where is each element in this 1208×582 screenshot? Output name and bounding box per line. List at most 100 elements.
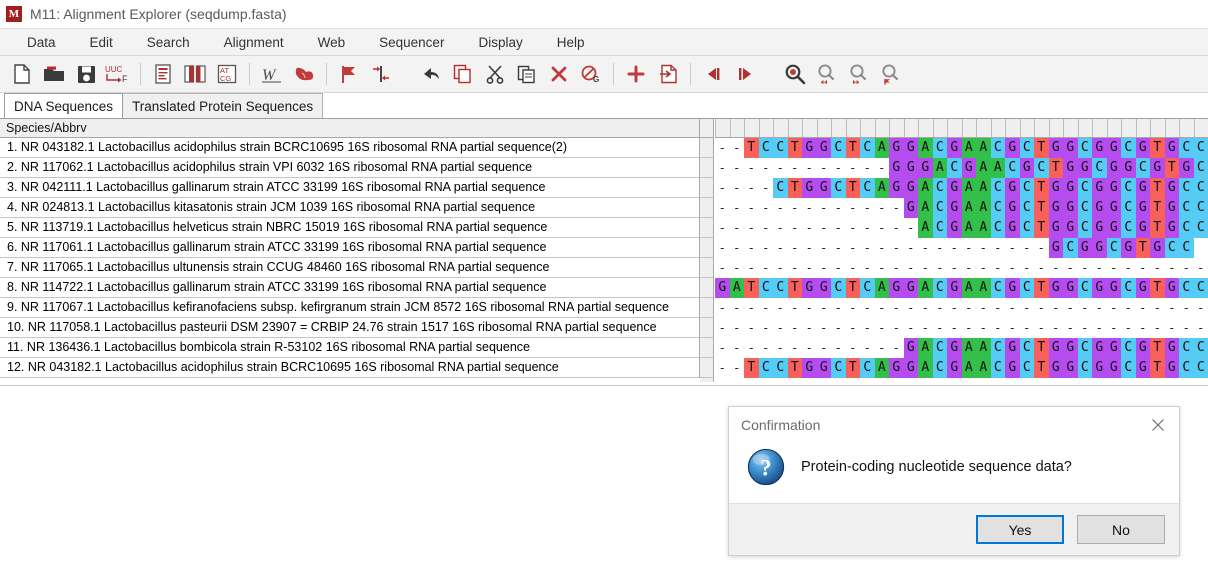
- gap-cell[interactable]: -: [860, 298, 875, 318]
- nucleotide-cell-G[interactable]: G: [802, 278, 817, 298]
- red-flag-icon[interactable]: [335, 60, 363, 88]
- nucleotide-cell-A[interactable]: A: [976, 158, 991, 178]
- nucleotide-cell-C[interactable]: C: [932, 178, 947, 198]
- nucleotide-cell-C[interactable]: C: [1121, 198, 1136, 218]
- gap-cell[interactable]: -: [773, 218, 788, 238]
- nucleotide-cell-C[interactable]: C: [1077, 178, 1092, 198]
- nucleotide-cell-C[interactable]: C: [1077, 198, 1092, 218]
- edit-sequencer-icon[interactable]: [149, 60, 177, 88]
- gap-cell[interactable]: -: [758, 178, 773, 198]
- gap-cell[interactable]: -: [1034, 238, 1049, 258]
- nucleotide-cell-G[interactable]: G: [889, 178, 904, 198]
- gap-cell[interactable]: -: [758, 238, 773, 258]
- gap-cell[interactable]: -: [860, 258, 875, 278]
- gap-cell[interactable]: -: [1106, 318, 1121, 338]
- nucleotide-cell-C[interactable]: C: [1121, 358, 1136, 378]
- gap-cell[interactable]: -: [845, 218, 860, 238]
- sequence-row-6[interactable]: -----------------------GCGGCGTGCC: [715, 238, 1208, 258]
- gap-cell[interactable]: -: [816, 338, 831, 358]
- gap-cell[interactable]: -: [1179, 258, 1194, 278]
- sequence-row-5[interactable]: --------------ACGAACGCTGGCGGCGTGCC: [715, 218, 1208, 238]
- gap-cell[interactable]: -: [1092, 298, 1107, 318]
- nucleotide-cell-G[interactable]: G: [903, 278, 918, 298]
- gap-cell[interactable]: -: [802, 318, 817, 338]
- nucleotide-cell-G[interactable]: G: [1092, 338, 1107, 358]
- nucleotide-cell-A[interactable]: A: [976, 198, 991, 218]
- nucleotide-cell-G[interactable]: G: [1019, 158, 1034, 178]
- gutter-cell[interactable]: [700, 138, 713, 158]
- gap-cell[interactable]: -: [1048, 298, 1063, 318]
- tab-translated-protein-sequences[interactable]: Translated Protein Sequences: [122, 93, 324, 118]
- species-row-5[interactable]: 5. NR 113719.1 Lactobacillus helveticus …: [0, 218, 700, 238]
- gap-cell[interactable]: -: [831, 318, 846, 338]
- nucleotide-cell-C[interactable]: C: [1193, 158, 1208, 178]
- gap-cell[interactable]: -: [1063, 258, 1078, 278]
- nucleotide-cell-G[interactable]: G: [1063, 358, 1078, 378]
- nucleotide-cell-C[interactable]: C: [1135, 158, 1150, 178]
- nucleotide-cell-C[interactable]: C: [1193, 138, 1208, 158]
- nucleotide-cell-G[interactable]: G: [1048, 138, 1063, 158]
- nucleotide-cell-G[interactable]: G: [903, 198, 918, 218]
- nucleotide-cell-C[interactable]: C: [1077, 138, 1092, 158]
- nucleotide-cell-C[interactable]: C: [1005, 158, 1020, 178]
- nucleotide-cell-G[interactable]: G: [947, 358, 962, 378]
- nucleotide-cell-T[interactable]: T: [744, 358, 759, 378]
- gap-cell[interactable]: -: [729, 158, 744, 178]
- gutter-cell[interactable]: [700, 358, 713, 378]
- gap-cell[interactable]: -: [874, 338, 889, 358]
- gap-cell[interactable]: -: [1034, 318, 1049, 338]
- nucleotide-cell-G[interactable]: G: [715, 278, 730, 298]
- open-folder-icon[interactable]: [40, 60, 68, 88]
- nucleotide-cell-T[interactable]: T: [1150, 218, 1165, 238]
- nucleotide-cell-C[interactable]: C: [1193, 178, 1208, 198]
- gap-cell[interactable]: -: [729, 318, 744, 338]
- gap-cell[interactable]: -: [758, 258, 773, 278]
- nucleotide-cell-T[interactable]: T: [744, 278, 759, 298]
- gap-cell[interactable]: -: [874, 218, 889, 238]
- nucleotide-cell-G[interactable]: G: [961, 158, 976, 178]
- gutter-cell[interactable]: [700, 158, 713, 178]
- insert-plus-icon[interactable]: [622, 60, 650, 88]
- nucleotide-cell-G[interactable]: G: [903, 158, 918, 178]
- gap-cell[interactable]: -: [1019, 238, 1034, 258]
- nucleotide-cell-G[interactable]: G: [1150, 158, 1165, 178]
- nucleotide-cell-G[interactable]: G: [802, 138, 817, 158]
- gap-cell[interactable]: -: [961, 298, 976, 318]
- align-marker-icon[interactable]: [367, 60, 395, 88]
- gap-cell[interactable]: -: [1150, 298, 1165, 318]
- gap-cell[interactable]: -: [831, 238, 846, 258]
- gap-cell[interactable]: -: [889, 238, 904, 258]
- gap-cell[interactable]: -: [932, 298, 947, 318]
- nucleotide-cell-A[interactable]: A: [976, 218, 991, 238]
- gap-cell[interactable]: -: [802, 198, 817, 218]
- gap-cell[interactable]: -: [1164, 318, 1179, 338]
- nucleotide-cell-C[interactable]: C: [1063, 238, 1078, 258]
- nucleotide-cell-C[interactable]: C: [1193, 278, 1208, 298]
- nucleotide-cell-A[interactable]: A: [918, 278, 933, 298]
- nucleotide-cell-A[interactable]: A: [932, 158, 947, 178]
- nucleotide-cell-C[interactable]: C: [773, 358, 788, 378]
- menu-sequencer[interactable]: Sequencer: [362, 31, 461, 54]
- gap-cell[interactable]: -: [1135, 318, 1150, 338]
- gap-cell[interactable]: -: [889, 298, 904, 318]
- nucleotide-cell-G[interactable]: G: [1164, 338, 1179, 358]
- nucleotide-cell-C[interactable]: C: [1034, 158, 1049, 178]
- gap-cell[interactable]: -: [845, 158, 860, 178]
- nucleotide-cell-C[interactable]: C: [947, 158, 962, 178]
- gap-cell[interactable]: -: [889, 318, 904, 338]
- gap-cell[interactable]: -: [1193, 318, 1208, 338]
- nucleotide-cell-G[interactable]: G: [1135, 198, 1150, 218]
- nucleotide-cell-C[interactable]: C: [831, 278, 846, 298]
- gap-cell[interactable]: -: [787, 218, 802, 238]
- nucleotide-cell-C[interactable]: C: [932, 338, 947, 358]
- gap-cell[interactable]: -: [831, 258, 846, 278]
- gap-cell[interactable]: -: [729, 198, 744, 218]
- species-row-10[interactable]: 10. NR 117058.1 Lactobacillus pasteurii …: [0, 318, 700, 338]
- nucleotide-cell-C[interactable]: C: [1092, 158, 1107, 178]
- species-row-11[interactable]: 11. NR 136436.1 Lactobacillus bombicola …: [0, 338, 700, 358]
- species-row-8[interactable]: 8. NR 114722.1 Lactobacillus gallinarum …: [0, 278, 700, 298]
- nucleotide-cell-G[interactable]: G: [1135, 278, 1150, 298]
- nucleotide-cell-G[interactable]: G: [1092, 198, 1107, 218]
- delete-x-icon[interactable]: [545, 60, 573, 88]
- nucleotide-cell-T[interactable]: T: [1048, 158, 1063, 178]
